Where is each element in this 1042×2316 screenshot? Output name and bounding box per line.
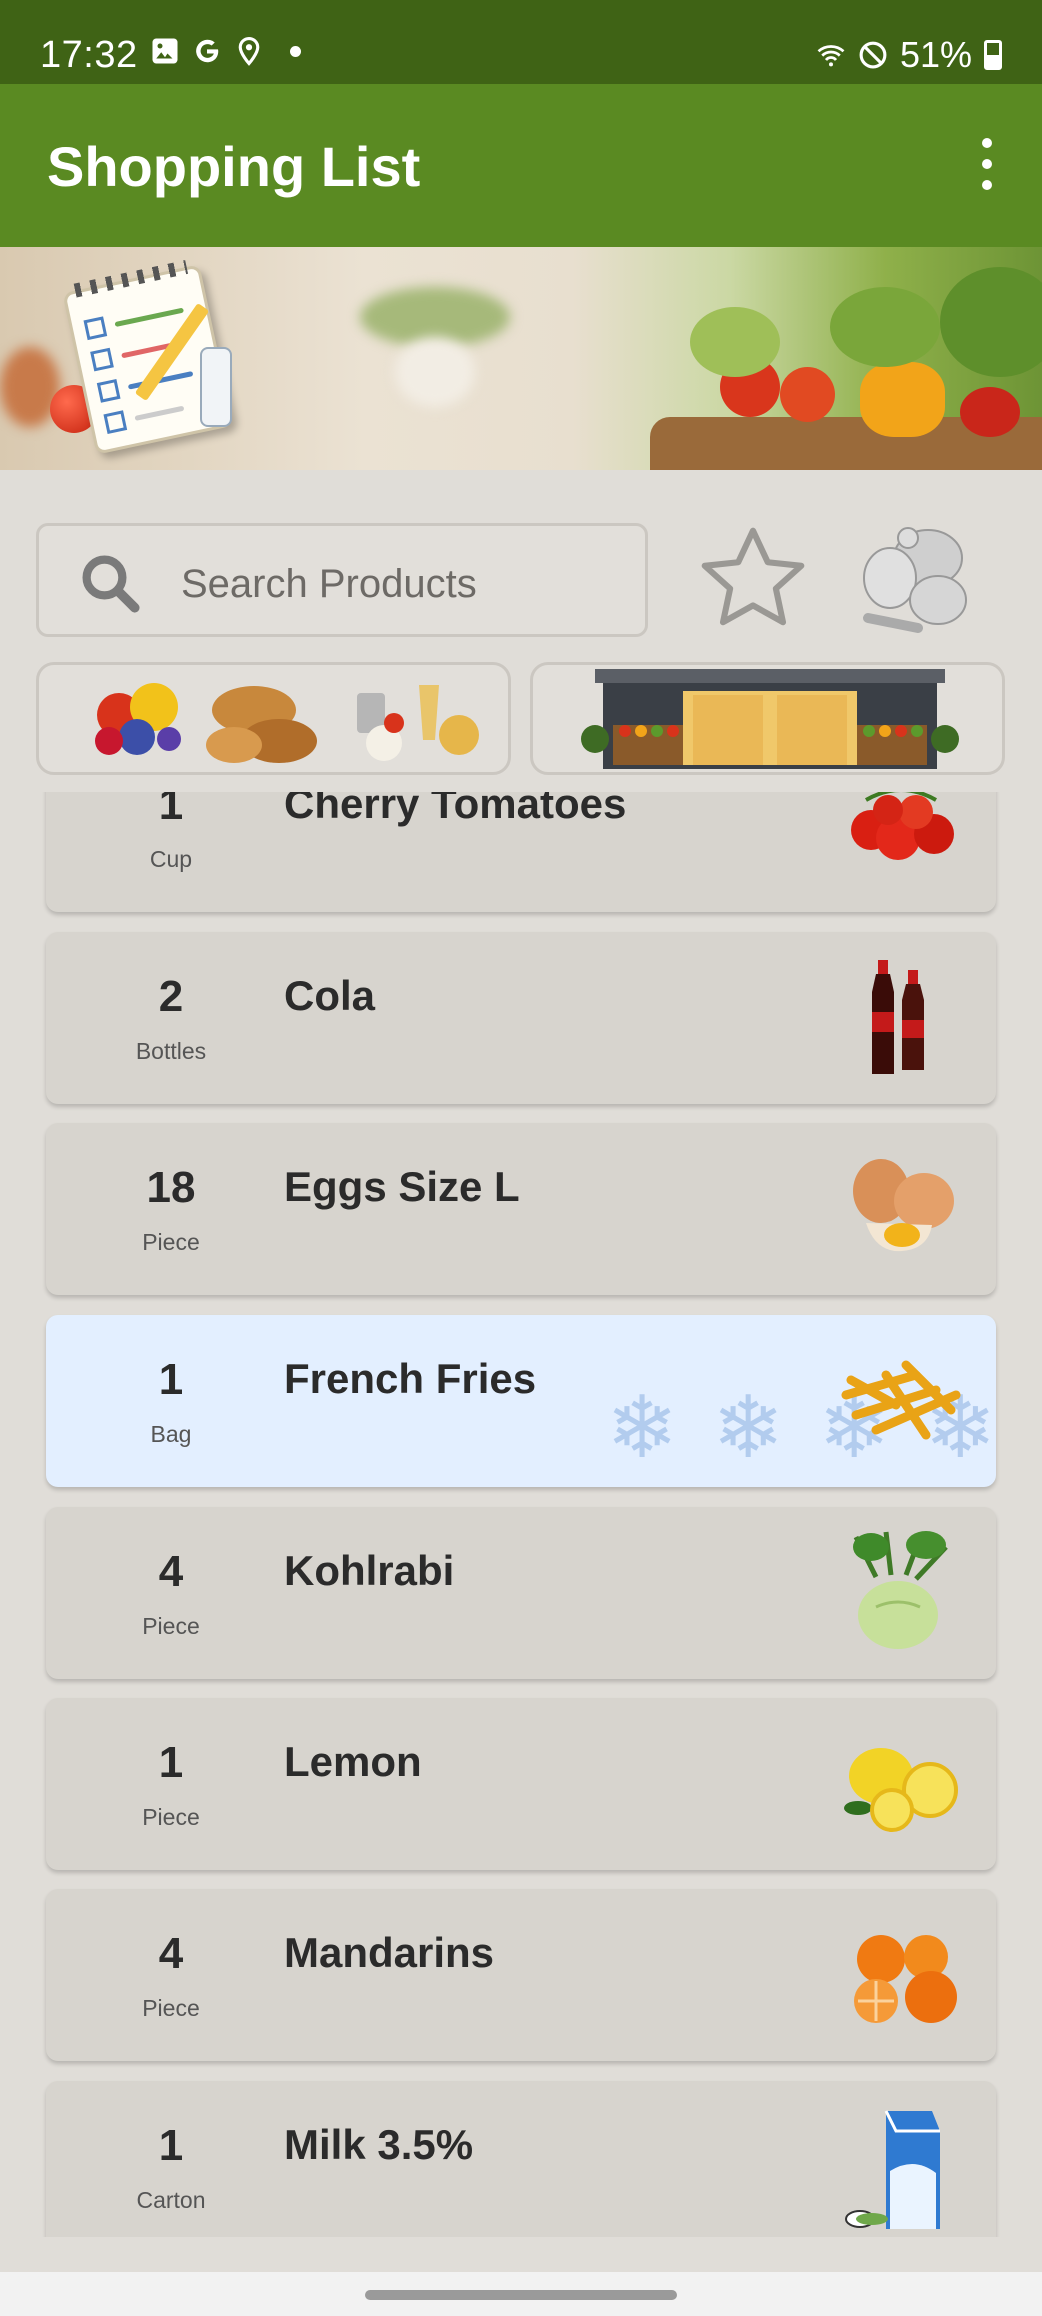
notification-icons xyxy=(150,36,301,66)
wifi-icon xyxy=(817,45,845,67)
mandarins-icon xyxy=(854,1935,957,2023)
item-quantity: 4 xyxy=(158,1929,184,1978)
star-outline-icon[interactable] xyxy=(692,518,814,640)
supermarket-store-tile[interactable] xyxy=(530,662,1005,775)
list-item-milk[interactable]: 1 Carton Milk 3.5% xyxy=(46,2081,996,2237)
cola-bottles-icon xyxy=(872,960,924,1074)
milk-carton-icon xyxy=(845,2110,940,2229)
list-item-lemon[interactable]: 1 Piece Lemon xyxy=(46,1698,996,1870)
status-bar: 17:32 51% xyxy=(0,0,1042,84)
item-unit: Piece xyxy=(142,1804,200,1830)
list-item-cola[interactable]: 2 Bottles Cola xyxy=(46,932,996,1104)
item-quantity: 2 xyxy=(158,972,184,1021)
battery-percent: 51% xyxy=(899,34,972,75)
home-gesture-handle[interactable] xyxy=(365,2290,677,2300)
list-item-cherry-tomatoes[interactable]: 1 Cup Cherry Tomatoes xyxy=(46,792,996,912)
item-name: Eggs Size L xyxy=(284,1163,520,1210)
snowflake-icon: ❄ xyxy=(606,1380,679,1476)
item-unit: Carton xyxy=(136,2187,206,2213)
french-fries-icon xyxy=(841,1360,961,1440)
item-unit: Bottles xyxy=(135,1038,207,1064)
lemon-icon xyxy=(844,1748,958,1832)
location-icon xyxy=(238,36,260,66)
more-notifications-dot xyxy=(290,45,301,57)
item-unit: Piece xyxy=(142,1613,200,1639)
battery-icon xyxy=(984,40,1002,70)
item-name: Milk 3.5% xyxy=(284,2121,474,2168)
list-item-mandarins[interactable]: 4 Piece Mandarins xyxy=(46,1889,996,2061)
item-quantity: 1 xyxy=(158,2121,184,2170)
gallery-icon xyxy=(152,38,178,64)
item-name: Cola xyxy=(284,972,376,1019)
groceries-category-image xyxy=(95,683,479,763)
app-bar: Shopping List xyxy=(0,84,1042,247)
system-status: 51% xyxy=(816,34,1002,76)
item-quantity: 4 xyxy=(158,1547,184,1596)
shopping-list[interactable]: 1 Cup Cherry Tomatoes 2 Bottles Cola 18 … xyxy=(0,792,1042,2237)
search-input[interactable]: Search Products xyxy=(36,523,648,637)
list-item-kohlrabi[interactable]: 4 Piece Kohlrabi xyxy=(46,1507,996,1679)
more-vert-icon[interactable] xyxy=(972,134,1002,194)
header-banner xyxy=(0,247,1042,470)
item-quantity: 18 xyxy=(146,1163,196,1212)
search-placeholder: Search Products xyxy=(181,562,477,606)
list-item-french-fries[interactable]: ❄ ❄ ❄ ❄ 1 Bag French Fries xyxy=(46,1315,996,1487)
item-quantity: 1 xyxy=(158,1355,184,1404)
item-name: French Fries xyxy=(284,1355,537,1402)
item-name: Lemon xyxy=(284,1738,422,1785)
item-name: Cherry Tomatoes xyxy=(284,792,627,827)
vegetables-sketch-icon[interactable] xyxy=(848,518,978,642)
app-title: Shopping List xyxy=(47,135,421,198)
item-unit: Piece xyxy=(142,1995,200,2021)
item-name: Kohlrabi xyxy=(284,1547,455,1594)
item-unit: Bag xyxy=(150,1421,192,1447)
do-not-disturb-icon xyxy=(859,41,887,69)
supermarket-storefront-image xyxy=(581,669,959,769)
snowflake-icon: ❄ xyxy=(712,1380,785,1476)
search-icon xyxy=(82,555,140,613)
groceries-category-tile[interactable] xyxy=(36,662,511,775)
eggs-icon xyxy=(853,1159,954,1252)
status-time: 17:32 xyxy=(40,34,138,76)
kohlrabi-icon xyxy=(853,1531,948,1649)
cherry-tomatoes-icon xyxy=(851,792,954,860)
item-quantity: 1 xyxy=(158,1738,184,1787)
list-item-eggs[interactable]: 18 Piece Eggs Size L xyxy=(46,1123,996,1295)
item-name: Mandarins xyxy=(284,1929,495,1976)
item-unit: Piece xyxy=(142,1229,200,1255)
google-icon xyxy=(196,39,219,63)
item-unit: Cup xyxy=(149,846,193,872)
item-quantity: 1 xyxy=(158,792,184,829)
